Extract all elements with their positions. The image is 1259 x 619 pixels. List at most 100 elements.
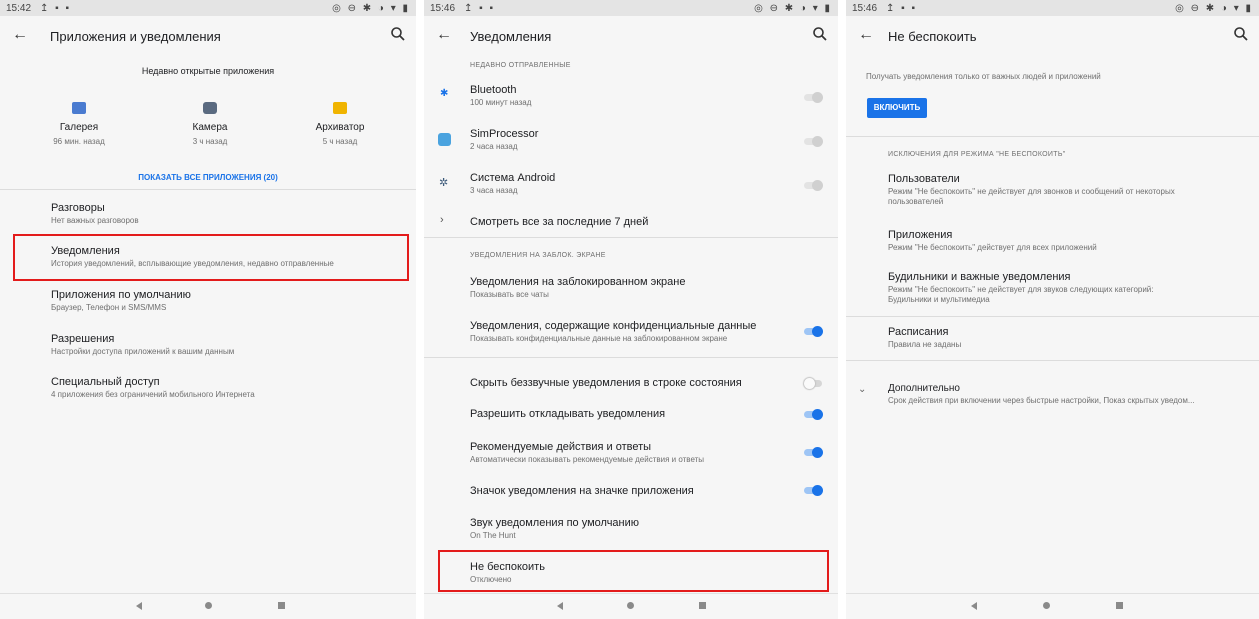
search-icon[interactable]	[390, 26, 406, 42]
suggested-actions-toggle[interactable]	[804, 447, 823, 458]
recent-app-name: Камера	[192, 122, 228, 133]
page-title: Не беспокоить	[888, 29, 977, 44]
menu-item-subtitle: Настройки доступа приложений к вашим дан…	[51, 347, 235, 356]
nav-recents-icon[interactable]	[699, 602, 706, 609]
setting-subtitle: Показывать все чаты	[470, 290, 549, 299]
page-title: Уведомления	[470, 29, 552, 44]
menu-item-title: Разрешения	[51, 333, 115, 345]
gallery-icon	[72, 102, 86, 114]
schedules-item[interactable]: Расписания Правила не заданы	[846, 321, 1259, 355]
dnd-description: Получать уведомления только от важных лю…	[866, 72, 1101, 81]
setting-title: Рекомендуемые действия и ответы	[470, 441, 652, 453]
exception-subtitle: Режим "Не беспокоить" действует для всех…	[888, 243, 1097, 252]
setting-title: Звук уведомления по умолчанию	[470, 517, 640, 529]
section-header-lock-screen: УВЕДОМЛЕНИЯ НА ЗАБЛОК. ЭКРАНЕ	[470, 252, 606, 259]
status-notification-icons: ↥ ▪ ▪	[886, 3, 918, 14]
recent-app-bluetooth[interactable]: ✱ Bluetooth 100 минут назад	[424, 78, 838, 116]
status-time: 15:46	[430, 3, 456, 14]
exception-alarms[interactable]: Будильники и важные уведомления Режим "Н…	[846, 266, 1259, 312]
navigation-bar	[846, 593, 1259, 619]
sensitive-notifications-toggle[interactable]	[804, 326, 823, 337]
advanced-item[interactable]: ⌄ Дополнительно Срок действия при включе…	[846, 378, 1259, 412]
setting-subtitle: On The Hunt	[470, 531, 516, 540]
exception-title: Пользователи	[888, 173, 960, 185]
chevron-down-icon: ⌄	[858, 384, 867, 395]
setting-title: Уведомления, содержащие конфиденциальные…	[470, 320, 757, 332]
nav-back-icon[interactable]	[557, 602, 563, 610]
setting-sensitive-notifications[interactable]: Уведомления, содержащие конфиденциальные…	[424, 314, 838, 350]
recent-app-toggle	[804, 92, 823, 103]
recent-app-name: Архиватор	[315, 122, 365, 133]
nav-home-icon[interactable]	[205, 602, 212, 609]
nav-back-icon[interactable]	[971, 602, 977, 610]
setting-default-sound[interactable]: Звук уведомления по умолчанию On The Hun…	[424, 512, 838, 548]
setting-do-not-disturb[interactable]: Не беспокоить Отключено	[424, 556, 838, 590]
nav-back-icon[interactable]	[136, 602, 142, 610]
nav-recents-icon[interactable]	[278, 602, 285, 609]
search-icon[interactable]	[812, 26, 828, 42]
allow-snooze-toggle[interactable]	[804, 409, 823, 420]
badge-icon-toggle[interactable]	[804, 485, 823, 496]
recent-app-gallery[interactable]: Галерея 96 мин. назад	[30, 96, 150, 151]
see-all-7-days[interactable]: › Смотреть все за последние 7 дней	[424, 210, 838, 234]
exception-people[interactable]: Пользователи Режим "Не беспокоить" не де…	[846, 168, 1259, 212]
recent-app-simprocessor[interactable]: SimProcessor 2 часа назад	[424, 122, 838, 160]
status-system-icons: ◎ ⊖ ✱ ◑ ▾ ▮	[1175, 3, 1253, 14]
setting-lock-screen-notifications[interactable]: Уведомления на заблокированном экране По…	[424, 270, 838, 306]
search-icon[interactable]	[1233, 26, 1249, 42]
setting-title: Значок уведомления на значке приложения	[470, 485, 694, 497]
setting-title: Скрыть беззвучные уведомления в строке с…	[470, 377, 742, 389]
setting-subtitle: Автоматически показывать рекомендуемые д…	[470, 455, 705, 464]
recent-app-title: Bluetooth	[470, 84, 517, 96]
recent-app-time: 3 ч назад	[192, 137, 228, 146]
nav-home-icon[interactable]	[1043, 602, 1050, 609]
setting-suggested-actions[interactable]: Рекомендуемые действия и ответы Автомати…	[424, 436, 838, 472]
setting-badge-icon[interactable]: Значок уведомления на значке приложения	[424, 480, 838, 504]
recent-app-toggle	[804, 180, 823, 191]
simprocessor-icon	[438, 133, 451, 146]
menu-item-special-access[interactable]: Специальный доступ 4 приложения без огра…	[0, 371, 416, 407]
nav-recents-icon[interactable]	[1116, 602, 1123, 609]
status-system-icons: ◎ ⊖ ✱ ◑ ▾ ▮	[332, 3, 410, 14]
see-all-label: Смотреть все за последние 7 дней	[470, 216, 649, 228]
status-time: 15:46	[852, 3, 878, 14]
nav-home-icon[interactable]	[627, 602, 634, 609]
exception-title: Будильники и важные уведомления	[888, 271, 1071, 283]
status-time: 15:42	[6, 3, 32, 14]
setting-hide-silent[interactable]: Скрыть беззвучные уведомления в строке с…	[424, 372, 838, 396]
hide-silent-toggle[interactable]	[804, 378, 822, 389]
setting-allow-snooze[interactable]: Разрешить откладывать уведомления	[424, 403, 838, 427]
recent-apps-header: Недавно открытые приложения	[141, 66, 275, 76]
menu-item-subtitle: Нет важных разговоров	[51, 216, 139, 225]
recent-app-time: 5 ч назад	[322, 137, 358, 146]
status-bar: 15:46 ↥ ▪ ▪ ◎ ⊖ ✱ ◑ ▾ ▮	[846, 0, 1259, 16]
recent-app-subtitle: 3 часа назад	[470, 186, 518, 195]
back-arrow-icon[interactable]: ←	[858, 26, 874, 44]
back-arrow-icon[interactable]: ←	[436, 26, 452, 44]
menu-item-default-apps[interactable]: Приложения по умолчанию Браузер, Телефон…	[0, 284, 416, 320]
notifications-screen: 15:46 ↥ ▪ ▪ ◎ ⊖ ✱ ◑ ▾ ▮ ← Уведомления НЕ…	[424, 0, 838, 619]
recent-app-name: Галерея	[59, 122, 99, 133]
recent-app-subtitle: 100 минут назад	[470, 98, 532, 107]
show-all-apps-button[interactable]: ПОКАЗАТЬ ВСЕ ПРИЛОЖЕНИЯ (20)	[0, 173, 416, 182]
divider	[424, 237, 838, 238]
menu-item-conversations[interactable]: Разговоры Нет важных разговоров	[0, 196, 416, 232]
section-header-recent: НЕДАВНО ОТПРАВЛЕННЫЕ	[470, 62, 571, 69]
navigation-bar	[0, 593, 416, 619]
menu-item-title: Приложения по умолчанию	[51, 289, 191, 301]
recent-app-camera[interactable]: Камера 3 ч назад	[160, 96, 260, 151]
enable-dnd-button[interactable]: ВКЛЮЧИТЬ	[867, 98, 927, 118]
back-arrow-icon[interactable]: ←	[12, 26, 28, 44]
divider	[846, 316, 1259, 317]
setting-title: Разрешить откладывать уведомления	[470, 408, 666, 420]
menu-item-permissions[interactable]: Разрешения Настройки доступа приложений …	[0, 328, 416, 364]
setting-title: Не беспокоить	[470, 561, 545, 573]
chevron-right-icon: ›	[440, 214, 444, 226]
recent-app-archiver[interactable]: Архиватор 5 ч назад	[290, 96, 390, 151]
exception-apps[interactable]: Приложения Режим "Не беспокоить" действу…	[846, 224, 1259, 254]
apps-notifications-screen: 15:42 ↥ ▪ ▪ ◎ ⊖ ✱ ◑ ▾ ▮ ← Приложения и у…	[0, 0, 416, 619]
status-notification-icons: ↥ ▪ ▪	[464, 3, 496, 14]
menu-item-notifications[interactable]: Уведомления История уведомлений, всплыва…	[0, 238, 416, 278]
menu-item-subtitle: Браузер, Телефон и SMS/MMS	[51, 303, 167, 312]
recent-app-android-system[interactable]: ✲ Система Android 3 часа назад	[424, 166, 838, 204]
